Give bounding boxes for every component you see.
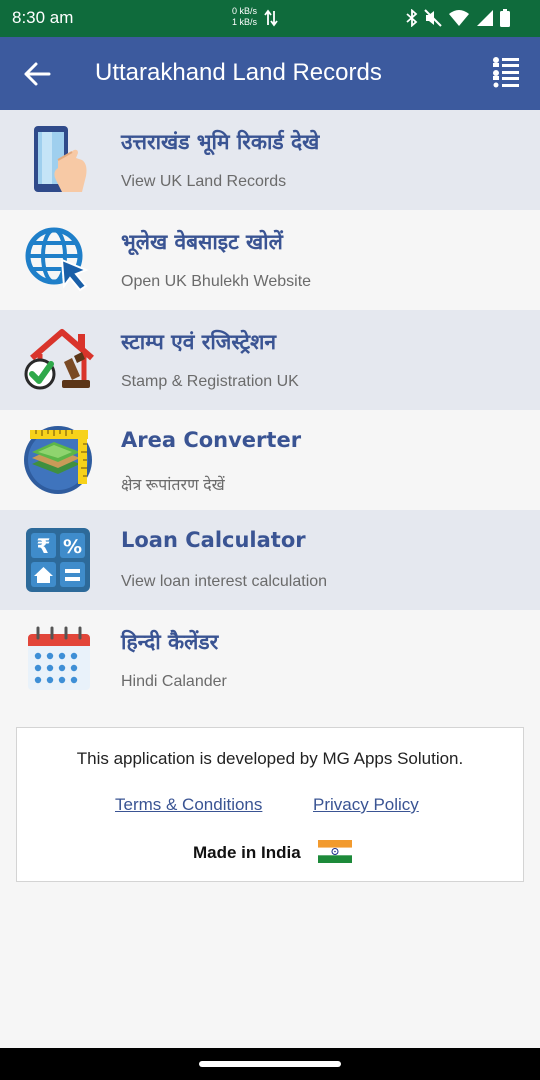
menu-item-hindi-calendar[interactable]: हिन्दी कैलेंडर Hindi Calander	[0, 610, 540, 710]
globe-cursor-icon	[25, 227, 89, 292]
menu-item-subtitle: Open UK Bhulekh Website	[121, 273, 312, 290]
status-time: 8:30 am	[12, 8, 74, 27]
india-flag-icon	[318, 840, 352, 863]
home-gesture-handle[interactable]	[199, 1061, 341, 1067]
net-down-speed: 1 kB/s	[232, 17, 258, 27]
menu-item-title: भूलेख वेबसाइट खोलें	[121, 230, 283, 254]
made-in-india-label: Made in India	[193, 843, 301, 862]
menu-item-subtitle: View loan interest calculation	[121, 573, 328, 590]
menu-item-land-records[interactable]: उत्तराखंड भूमि रिकार्ड देखे View UK Land…	[0, 110, 540, 210]
menu-item-stamp-registration[interactable]: स्टाम्प एवं रजिस्ट्रेशन Stamp & Registra…	[0, 310, 540, 410]
menu-item-subtitle: View UK Land Records	[121, 173, 287, 190]
system-nav-bar	[0, 1048, 540, 1080]
svg-text:₹: ₹	[37, 534, 51, 558]
menu-item-title: Area Converter	[121, 428, 302, 452]
menu-item-title: उत्तराखंड भूमि रिकार्ड देखे	[121, 130, 320, 154]
developer-text: This application is developed by MG Apps…	[76, 749, 464, 768]
app-bar: Uttarakhand Land Records	[0, 37, 540, 110]
menu-item-area-converter[interactable]: Area Converter क्षेत्र रूपांतरण देखें	[0, 410, 540, 510]
house-stamp-icon	[24, 329, 94, 390]
status-icons	[406, 9, 510, 27]
menu-item-title: हिन्दी कैलेंडर	[121, 630, 219, 654]
menu-item-loan-calculator[interactable]: ₹ % Loan Calculator View loan interest c…	[0, 510, 540, 610]
list-menu-icon[interactable]	[492, 56, 520, 90]
status-bar: 8:30 am 0 kB/s 1 kB/s	[0, 0, 540, 37]
menu-item-title: स्टाम्प एवं रजिस्ट्रेशन	[121, 330, 277, 354]
privacy-policy-link[interactable]: Privacy Policy	[313, 795, 419, 815]
developer-info-card: This application is developed by MG Apps…	[16, 727, 524, 882]
menu-item-subtitle: Stamp & Registration UK	[121, 373, 299, 390]
land-ruler-icon	[24, 426, 92, 494]
menu-item-title: Loan Calculator	[121, 528, 306, 552]
data-transfer-icon	[264, 9, 278, 27]
app-title: Uttarakhand Land Records	[95, 59, 382, 86]
menu-item-subtitle: Hindi Calander	[121, 673, 227, 690]
wifi-icon	[449, 10, 469, 26]
signal-icon	[477, 10, 493, 26]
menu-list: उत्तराखंड भूमि रिकार्ड देखे View UK Land…	[0, 110, 540, 710]
arrow-back-icon[interactable]	[22, 61, 52, 87]
net-up-speed: 0 kB/s	[232, 6, 258, 16]
mute-icon	[424, 9, 442, 27]
svg-text:%: %	[63, 536, 82, 558]
phone-tap-icon	[34, 126, 87, 192]
menu-item-bhulekh-website[interactable]: भूलेख वेबसाइट खोलें Open UK Bhulekh Webs…	[0, 210, 540, 310]
calendar-icon	[28, 626, 90, 690]
network-speed: 0 kB/s 1 kB/s	[232, 6, 257, 28]
bluetooth-icon	[406, 9, 418, 27]
loan-calculator-icon: ₹ %	[26, 528, 90, 592]
battery-icon	[500, 9, 510, 27]
terms-link[interactable]: Terms & Conditions	[115, 795, 262, 815]
menu-item-subtitle: क्षेत्र रूपांतरण देखें	[121, 477, 225, 494]
